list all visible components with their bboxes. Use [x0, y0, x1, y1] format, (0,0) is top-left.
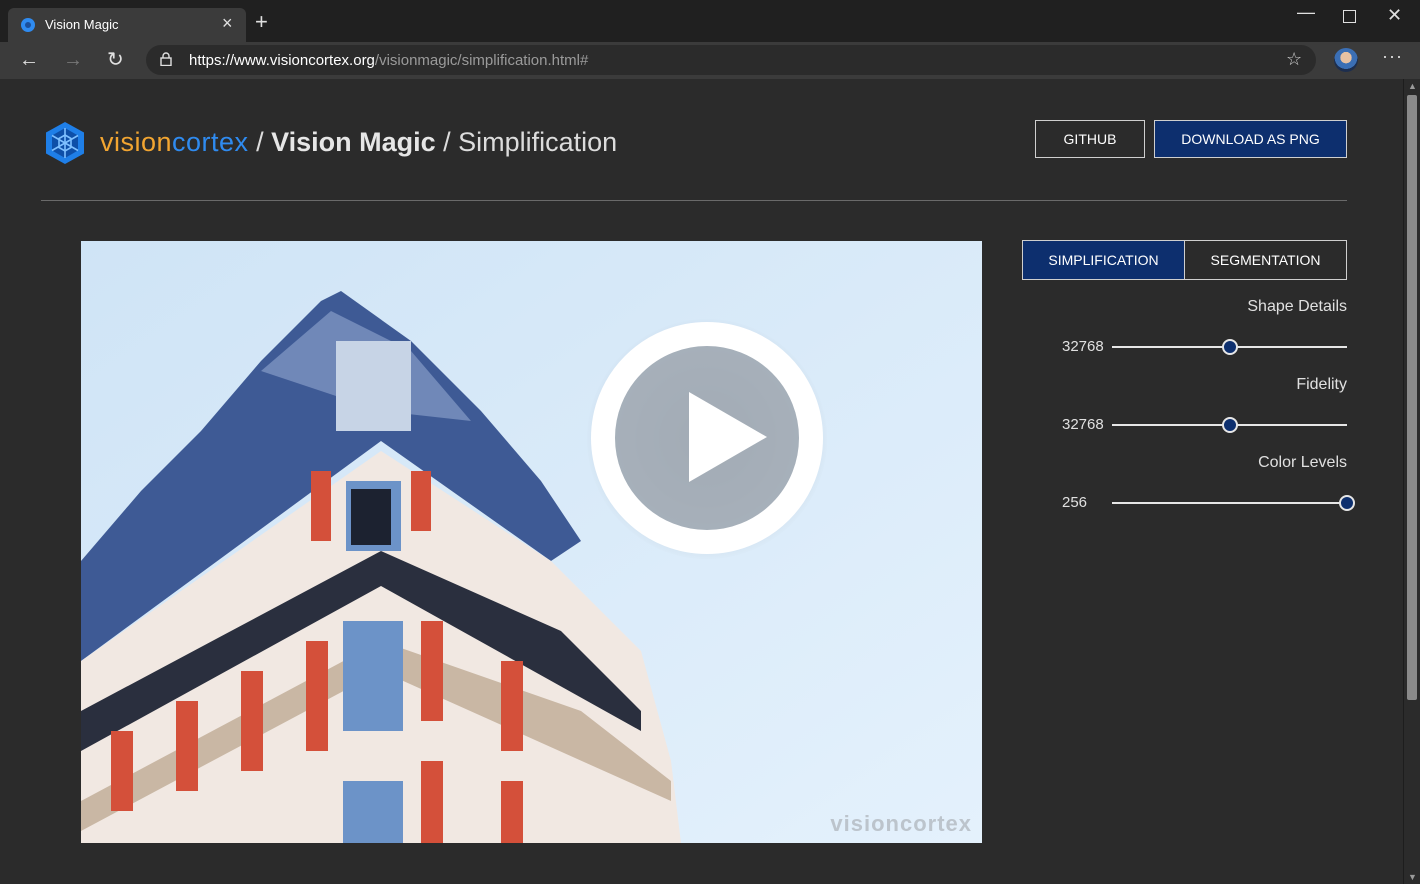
browser-tab[interactable]: Vision Magic ×	[8, 8, 246, 42]
star-icon[interactable]: ☆	[1286, 49, 1302, 70]
breadcrumb-app[interactable]: Vision Magic	[271, 127, 436, 157]
tab-simplification[interactable]: SIMPLIFICATION	[1022, 240, 1185, 280]
window-close-icon[interactable]: ✕	[1387, 5, 1402, 26]
building-image	[81, 241, 982, 843]
favicon-icon	[21, 18, 35, 32]
shape-details-label: Shape Details	[1247, 298, 1347, 315]
download-png-button[interactable]: DOWNLOAD AS PNG	[1154, 120, 1347, 158]
refresh-icon[interactable]: ↻	[107, 48, 124, 72]
breadcrumb-separator: /	[435, 127, 459, 157]
mode-tabs: SIMPLIFICATION SEGMENTATION	[1022, 240, 1347, 280]
tab-segmentation[interactable]: SEGMENTATION	[1185, 240, 1347, 280]
tab-title: Vision Magic	[45, 17, 119, 32]
new-tab-icon[interactable]: +	[255, 11, 268, 33]
browser-tabstrip: Vision Magic × + — ✕	[0, 0, 1420, 42]
brand-cortex[interactable]: cortex	[172, 127, 249, 157]
fidelity-slider[interactable]	[1112, 417, 1347, 433]
url-host: https://www.visioncortex.org	[189, 52, 375, 69]
address-bar[interactable]: https://www.visioncortex.org/visionmagic…	[146, 45, 1316, 75]
scroll-down-icon[interactable]: ▼	[1408, 872, 1417, 882]
color-levels-value: 256	[1062, 494, 1088, 511]
color-levels-slider[interactable]	[1112, 495, 1355, 511]
play-button[interactable]	[591, 322, 823, 554]
url-text: https://www.visioncortex.org/visionmagic…	[189, 52, 588, 69]
shape-details-slider[interactable]	[1112, 339, 1347, 355]
scrollbar-thumb[interactable]	[1407, 95, 1417, 700]
page-title: visioncortex / Vision Magic / Simplifica…	[100, 124, 617, 160]
page-scrollbar[interactable]: ▲ ▼	[1403, 79, 1420, 884]
browser-navbar: ← → ↻ https://www.visioncortex.org/visio…	[0, 42, 1420, 79]
preview-image[interactable]: visioncortex	[81, 241, 982, 843]
breadcrumb-separator: /	[248, 127, 272, 157]
forward-icon[interactable]: →	[63, 48, 83, 72]
logo-icon	[46, 122, 84, 164]
minimize-icon[interactable]: —	[1297, 2, 1315, 23]
breadcrumb-page: Simplification	[458, 127, 618, 157]
fidelity-label: Fidelity	[1296, 376, 1347, 393]
play-icon	[689, 392, 767, 482]
shape-details-value: 32768	[1062, 338, 1104, 355]
fidelity-value: 32768	[1062, 416, 1104, 433]
scroll-up-icon[interactable]: ▲	[1408, 81, 1417, 91]
close-tab-icon[interactable]: ×	[222, 13, 233, 33]
header-divider	[41, 200, 1347, 201]
slider-thumb[interactable]	[1221, 339, 1238, 355]
color-levels-label: Color Levels	[1258, 454, 1347, 471]
brand-vision[interactable]: vision	[100, 127, 172, 157]
slider-thumb[interactable]	[1221, 417, 1238, 433]
lock-icon	[160, 52, 172, 66]
maximize-icon[interactable]	[1343, 10, 1356, 23]
page-content: visioncortex / Vision Magic / Simplifica…	[0, 79, 1403, 884]
back-icon[interactable]: ←	[19, 48, 39, 72]
more-icon[interactable]: ···	[1382, 46, 1403, 67]
slider-thumb[interactable]	[1339, 495, 1355, 511]
url-path: /visionmagic/simplification.html#	[374, 52, 589, 69]
avatar[interactable]	[1334, 48, 1358, 72]
slider-track	[1112, 502, 1347, 504]
watermark: visioncortex	[830, 811, 972, 836]
github-button[interactable]: GITHUB	[1035, 120, 1145, 158]
